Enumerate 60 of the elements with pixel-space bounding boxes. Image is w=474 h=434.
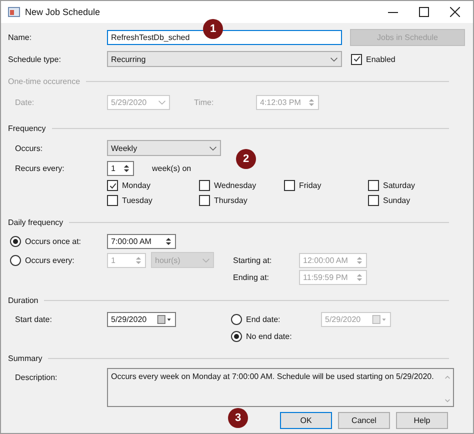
chevron-down-icon[interactable] — [209, 146, 217, 150]
section-title: Summary — [8, 354, 42, 362]
time-field[interactable]: 7:00:00 AM — [107, 234, 176, 249]
radio-label: End date: — [246, 314, 280, 324]
callout-badge: 2 — [236, 149, 256, 169]
checkbox-label: Enabled — [366, 54, 396, 64]
maximize-icon[interactable] — [419, 7, 429, 17]
checkbox-label: Monday — [122, 181, 150, 190]
recurs-every-spinbox[interactable]: 1 — [107, 160, 134, 176]
radio-label: No end date: — [246, 332, 292, 340]
dialog-button[interactable]: OK — [280, 412, 332, 429]
field-label: Starting at: — [233, 256, 273, 264]
checkbox[interactable] — [107, 195, 118, 206]
checkbox-label: Tuesday — [122, 196, 152, 205]
checkbox-label: Friday — [299, 181, 322, 190]
radio-button[interactable] — [10, 254, 21, 266]
section-title: Daily frequency — [8, 218, 64, 226]
occurs-dropdown[interactable]: Weekly — [107, 140, 221, 156]
field-label: Time: — [194, 98, 215, 106]
checkbox-label: Thursday — [214, 196, 248, 205]
date-picker[interactable]: 5/29/2020 — [107, 312, 176, 326]
spinner-icon[interactable] — [123, 162, 130, 174]
callout-badge: 3 — [228, 408, 248, 428]
checkbox[interactable] — [199, 195, 210, 206]
dialog-button[interactable]: Help — [396, 412, 448, 429]
section-title: Frequency — [8, 124, 46, 132]
field-label: Ending at: — [233, 273, 270, 282]
field-label: Recurs every: — [14, 164, 66, 172]
field-label: Schedule type: — [8, 54, 62, 64]
field-label: Start date: — [14, 314, 53, 324]
window-title: New Job Schedule — [25, 7, 100, 17]
checkbox[interactable] — [284, 180, 295, 191]
description-box[interactable]: Occurs every week on Monday at 7:00:00 AM. Schedule will be used starting on 5/29/2020. — [107, 368, 454, 407]
field-label: Date: — [14, 98, 36, 106]
radio-button[interactable] — [231, 314, 242, 324]
field-label: Occurs: — [14, 144, 44, 152]
checkbox[interactable] — [368, 195, 379, 206]
calendar-icon[interactable] — [157, 314, 172, 324]
checkbox[interactable] — [351, 54, 362, 64]
dialog-button[interactable]: Cancel — [338, 412, 390, 429]
close-icon[interactable] — [450, 7, 460, 17]
radio-button[interactable] — [231, 330, 242, 342]
schedule-type-dropdown[interactable]: Recurring — [107, 51, 342, 67]
radio-label: Occurs every: — [25, 256, 74, 264]
app-icon — [8, 7, 20, 17]
spinner-icon[interactable] — [165, 236, 172, 247]
chevron-down-icon[interactable] — [330, 56, 338, 62]
field-label: Name: — [8, 32, 33, 42]
checkbox-label: Saturday — [383, 181, 416, 190]
field-label: Description: — [14, 372, 58, 382]
checkbox[interactable] — [107, 180, 118, 191]
checkbox-label: Wednesday — [214, 181, 256, 190]
checkbox[interactable] — [368, 180, 379, 191]
unit-label: week(s) on — [152, 164, 192, 172]
checkbox-label: Sunday — [383, 196, 410, 205]
section-title: One-time occurence — [8, 76, 80, 86]
radio-label: Occurs once at: — [25, 237, 82, 246]
section-title: Duration — [8, 296, 38, 304]
radio-button[interactable] — [10, 236, 21, 247]
checkbox[interactable] — [199, 180, 210, 191]
